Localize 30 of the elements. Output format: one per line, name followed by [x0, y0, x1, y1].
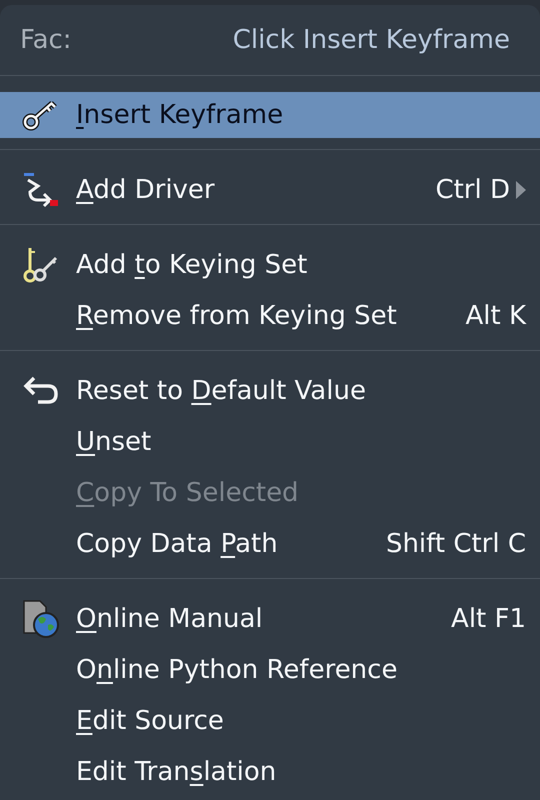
menu-item-label: Edit Translation [76, 756, 278, 786]
menu-item-label: Copy Data Path [76, 528, 279, 558]
menu-item-label: Reset to Default Value [76, 376, 367, 406]
web-manual-icon [22, 598, 62, 638]
menu-item[interactable]: Add to Keying Set [0, 239, 540, 290]
menu-item-label: Insert Keyframe [76, 100, 284, 130]
menu-item[interactable]: Online Python Reference [0, 644, 540, 695]
menu-item-label: Online Python Reference [76, 654, 398, 684]
menu-item[interactable]: Add Driver Ctrl D [0, 164, 540, 215]
menu-item-label: Edit Source [76, 706, 225, 736]
menu-item[interactable]: Copy Data Path Shift Ctrl C [0, 518, 540, 569]
property-label: Fac: [20, 25, 72, 55]
menu-title: Click Insert Keyframe [232, 25, 510, 55]
shortcut-label: Alt F1 [451, 604, 526, 634]
menu-item-label: Remove from Keying Set [76, 300, 398, 330]
menu-item[interactable]: Remove from Keying Set Alt K [0, 290, 540, 341]
shortcut-label: Ctrl D [435, 174, 510, 204]
menu-item-label: Copy To Selected [76, 478, 300, 508]
menu-item-label: Online Manual [76, 604, 264, 634]
menu-item[interactable]: Reset to Default Value [0, 365, 540, 416]
menu-item[interactable]: Insert Keyframe [0, 92, 540, 138]
menu-item[interactable]: Edit Translation [0, 746, 540, 797]
shortcut-label: Alt K [465, 300, 526, 330]
menu-item-label: Unset [76, 426, 152, 456]
menu-item[interactable]: Unset [0, 416, 540, 467]
menu-item[interactable]: Online Manual Alt F1 [0, 593, 540, 644]
menu-item[interactable]: Edit Source [0, 695, 540, 746]
shortcut-label: Shift Ctrl C [386, 528, 526, 558]
menu-item-label: Add to Keying Set [76, 250, 308, 280]
menu-item-label: Add Driver [76, 174, 216, 204]
